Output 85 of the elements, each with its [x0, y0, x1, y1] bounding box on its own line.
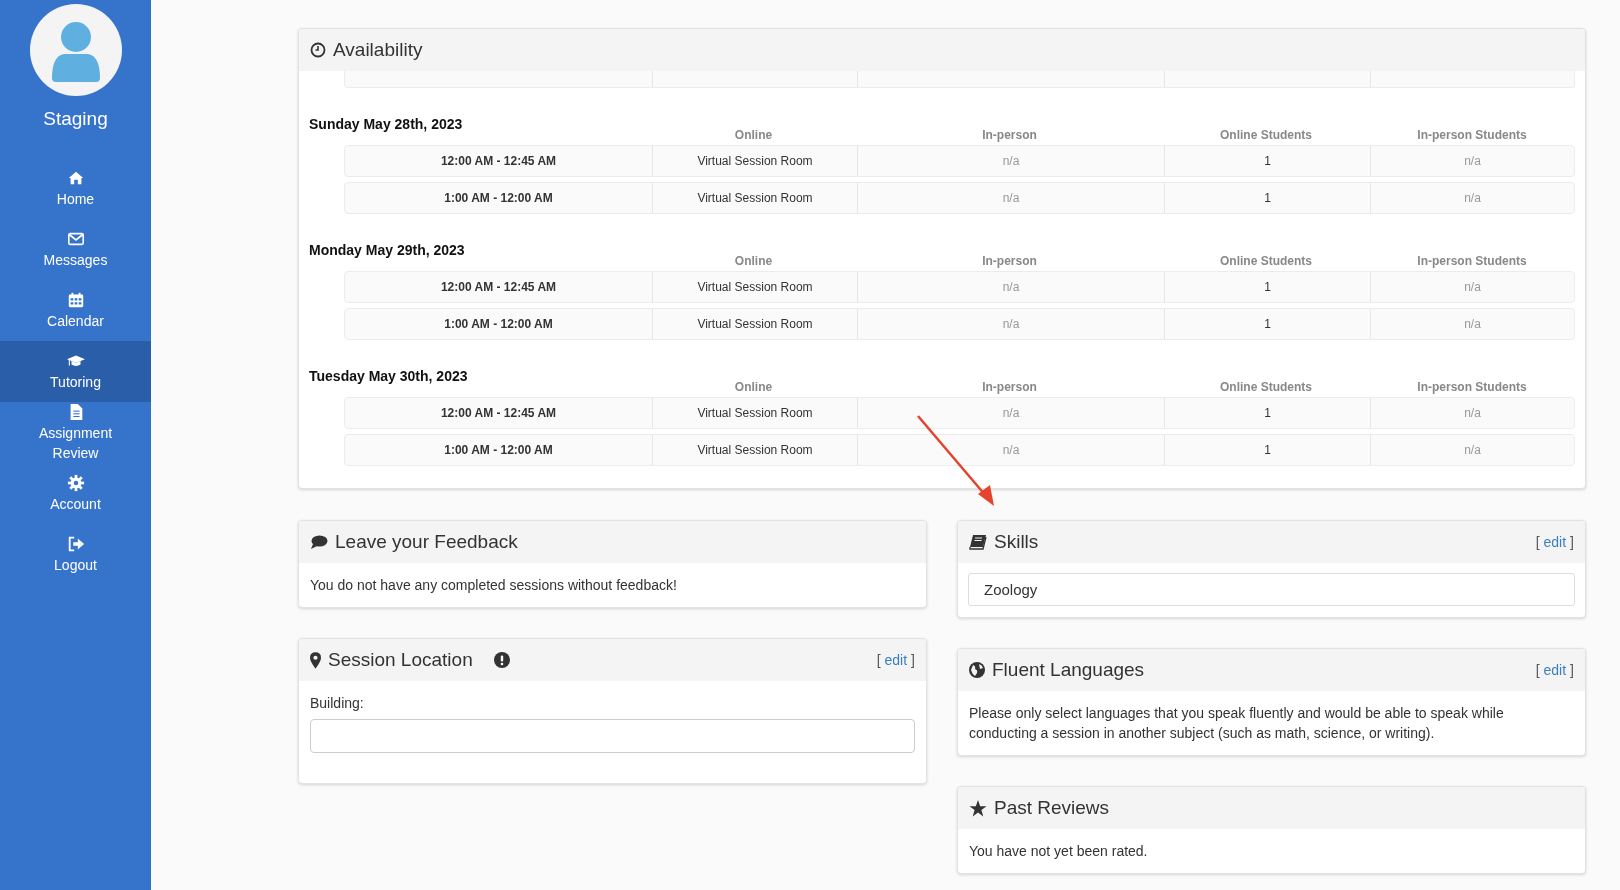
time-cell-text: 12:00 AM - 12:45 AM	[439, 405, 558, 422]
table-cell: 1	[1164, 435, 1370, 465]
table-cell: Virtual Session Room	[652, 183, 857, 213]
exclamation-icon	[493, 652, 510, 668]
column-header: Online	[733, 254, 774, 268]
table-cell: n/a	[1370, 272, 1574, 302]
bracket: ]	[1570, 662, 1574, 678]
nav-item[interactable]: Account	[0, 463, 151, 524]
column-header: In-person	[981, 128, 1038, 142]
column-header: In-person	[981, 254, 1038, 268]
calendar-icon	[66, 290, 85, 309]
edit-link[interactable]: edit	[1543, 534, 1567, 550]
edit-link[interactable]: edit	[1543, 662, 1567, 678]
table-cell: 1	[1164, 146, 1370, 176]
nav-item[interactable]: Messages	[0, 219, 151, 280]
field-label: Building:	[310, 694, 365, 713]
map-pin-icon	[310, 651, 321, 669]
table-cell: n/a	[857, 435, 1164, 465]
panel-title: Availability	[333, 39, 423, 61]
table-cell: n/a	[1370, 183, 1574, 213]
column-header: Online Students	[1219, 380, 1313, 394]
column-header: In-person	[981, 380, 1038, 394]
time-cell-text: 1:00 AM - 12:00 AM	[443, 316, 554, 333]
time-cell-text: 1:00 AM - 12:00 AM	[443, 442, 554, 459]
feedback-message: You do not have any completed sessions without feedback!	[310, 576, 678, 595]
nav-item[interactable]: Tutoring	[0, 341, 151, 402]
edit-link[interactable]: edit	[884, 652, 908, 668]
table-cell: 1	[1164, 309, 1370, 339]
table-cell: Virtual Session Room	[652, 398, 857, 428]
column-header: In-person Students	[1416, 380, 1528, 394]
table-cell: Virtual Session Room	[652, 146, 857, 176]
speech-bubble-icon	[310, 534, 328, 550]
table-cell: n/a	[1370, 309, 1574, 339]
column-header: Online	[733, 380, 774, 394]
bracket: [	[1535, 534, 1540, 550]
panel-title: Session Location	[328, 649, 473, 671]
panel-title: Past Reviews	[994, 797, 1110, 819]
time-cell-text: 12:00 AM - 12:45 AM	[439, 153, 558, 170]
table-cell: n/a	[857, 398, 1164, 428]
star-icon	[969, 799, 987, 817]
day-heading: Tuesday May 30th, 2023	[309, 367, 469, 386]
column-header: In-person Students	[1416, 128, 1528, 142]
bracket: ]	[1570, 534, 1574, 550]
globe-icon	[969, 662, 985, 678]
reviews-message: You have not yet been rated.	[969, 842, 1149, 861]
nav-item[interactable]: Calendar	[0, 280, 151, 341]
time-cell-text: 1:00 AM - 12:00 AM	[443, 190, 554, 207]
day-heading: Sunday May 28th, 2023	[309, 115, 464, 134]
panel-title: Leave your Feedback	[335, 531, 518, 553]
building-field[interactable]	[310, 719, 915, 753]
day-heading: Monday May 29th, 2023	[309, 241, 466, 260]
table-cell: n/a	[1370, 146, 1574, 176]
nav-item[interactable]: Home	[0, 158, 151, 219]
nav-item[interactable]: Logout	[0, 524, 151, 585]
skill-item: Zoology	[968, 573, 1575, 606]
table-cell: Virtual Session Room	[652, 435, 857, 465]
time-cell-text: 12:00 AM - 12:45 AM	[439, 279, 558, 296]
bracket: [	[876, 652, 881, 668]
languages-message: Please only select languages that you speak fluently and would be able to speak while conducting a session in another subject (such as math, science, or writing).	[969, 704, 1505, 743]
column-header: Online Students	[1219, 254, 1313, 268]
table-cell: n/a	[857, 309, 1164, 339]
table-cell: n/a	[1370, 398, 1574, 428]
column-header: In-person Students	[1416, 254, 1528, 268]
table-cell: Virtual Session Room	[652, 309, 857, 339]
clock-icon	[310, 42, 326, 58]
bracket: ]	[911, 652, 915, 668]
table-cell: n/a	[857, 183, 1164, 213]
nav-item[interactable]: Assignment Review	[0, 402, 151, 463]
book-icon	[969, 534, 987, 550]
logout-icon	[66, 534, 85, 553]
bracket: [	[1535, 662, 1540, 678]
panel-title: Skills	[994, 531, 1039, 553]
column-header: Online Students	[1219, 128, 1313, 142]
column-header: Online	[733, 128, 774, 142]
table-cell: 1	[1164, 183, 1370, 213]
table-cell: Virtual Session Room	[652, 272, 857, 302]
gear-icon	[66, 473, 85, 492]
avatar-icon	[29, 4, 122, 96]
table-cell: 1	[1164, 272, 1370, 302]
table-cell: n/a	[857, 272, 1164, 302]
table-cell: 1	[1164, 398, 1370, 428]
profile-name: Staging	[43, 108, 108, 130]
table-cell: n/a	[857, 146, 1164, 176]
table-cell: n/a	[1370, 435, 1574, 465]
panel-title: Fluent Languages	[992, 659, 1145, 681]
